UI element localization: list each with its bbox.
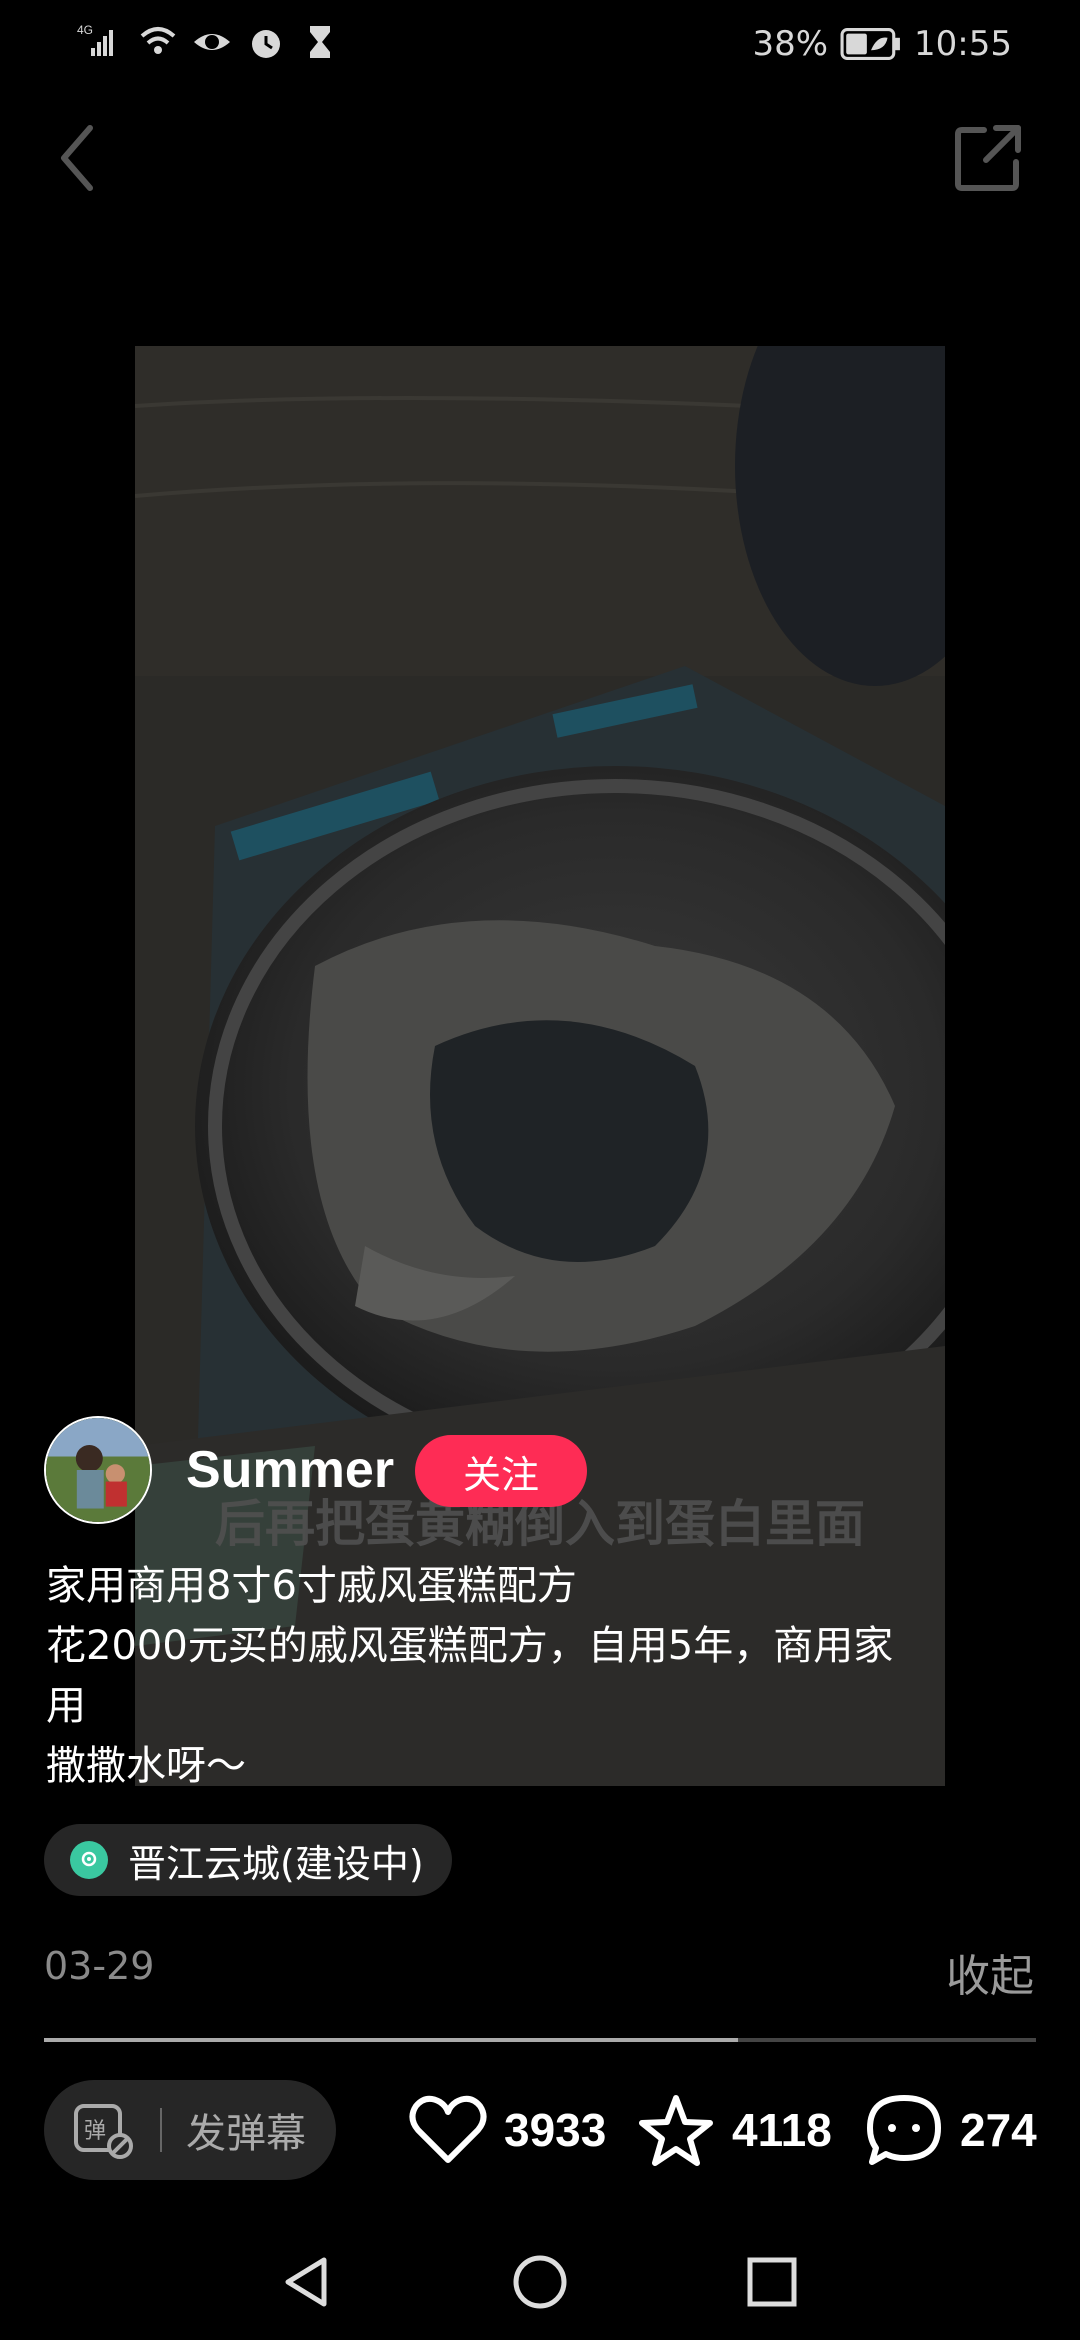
system-nav-bar [0,2220,1080,2340]
star-icon [639,2095,713,2166]
heart-icon [409,2095,487,2163]
network-type-label: 4G [77,23,93,37]
eye-icon [194,34,230,50]
status-bar: 4G 38% 10:55 [0,0,1080,92]
author-name[interactable]: Summer [186,1440,394,1500]
description-line: 撒撒水呀～ [46,1743,246,1789]
comment-button[interactable]: 274 [864,2092,1037,2168]
like-button[interactable]: 3933 [408,2092,606,2168]
location-label: 晋江云城(建设中) [128,1841,424,1886]
favorite-button[interactable]: 4118 [636,2092,832,2168]
post-description: 家用商用8寸6寸戚风蛋糕配方 花2000元买的戚风蛋糕配方，自用5年，商用家 用… [46,1556,1036,1796]
triangle-back-icon [285,2257,327,2307]
location-chip[interactable]: 晋江云城(建设中) [44,1824,452,1896]
nav-back-button[interactable] [278,2252,338,2312]
avatar-image [46,1418,150,1522]
like-count: 3933 [504,2104,607,2156]
divider [160,2108,162,2152]
clock: 10:55 [914,24,1012,64]
danmaku-icon: 弹 [74,2104,133,2159]
hourglass-icon [310,26,330,58]
video-progress-bar[interactable] [44,2038,1036,2042]
danmaku-input[interactable]: 弹 发弹幕 [44,2080,336,2180]
post-date: 03-29 [44,1944,155,1988]
location-pin-icon [70,1841,108,1879]
author-avatar[interactable] [44,1416,152,1524]
comment-count: 274 [960,2104,1037,2156]
comment-icon [867,2095,941,2165]
favorite-count: 4118 [732,2104,832,2156]
wifi-icon [140,27,176,54]
status-icons-left: 4G [70,22,340,62]
nav-recents-button[interactable] [742,2252,802,2312]
square-recents-icon [747,2257,797,2307]
video-progress-fill [44,2038,739,2042]
signal-icon: 4G [77,23,113,56]
back-button[interactable] [50,118,110,198]
nav-home-button[interactable] [510,2252,570,2312]
collapse-button[interactable]: 收起 [946,1940,1034,2004]
circle-home-icon [513,2255,567,2309]
chevron-left-icon [61,125,93,191]
battery-percent: 38% [752,24,829,64]
status-icons-right: 38% 10:55 [752,24,1012,64]
follow-button[interactable]: 关注 [415,1435,587,1507]
share-icon [955,125,1021,191]
svg-text:弹: 弹 [84,2119,106,2144]
description-line: 家用商用8寸6寸戚风蛋糕配方 [46,1563,577,1609]
danmaku-placeholder: 发弹幕 [186,2111,306,2157]
battery-icon [840,27,900,61]
description-line: 花2000元买的戚风蛋糕配方，自用5年，商用家 [46,1623,894,1669]
description-line: 用 [46,1683,86,1729]
share-button[interactable] [952,122,1024,194]
alarm-icon [252,30,280,58]
